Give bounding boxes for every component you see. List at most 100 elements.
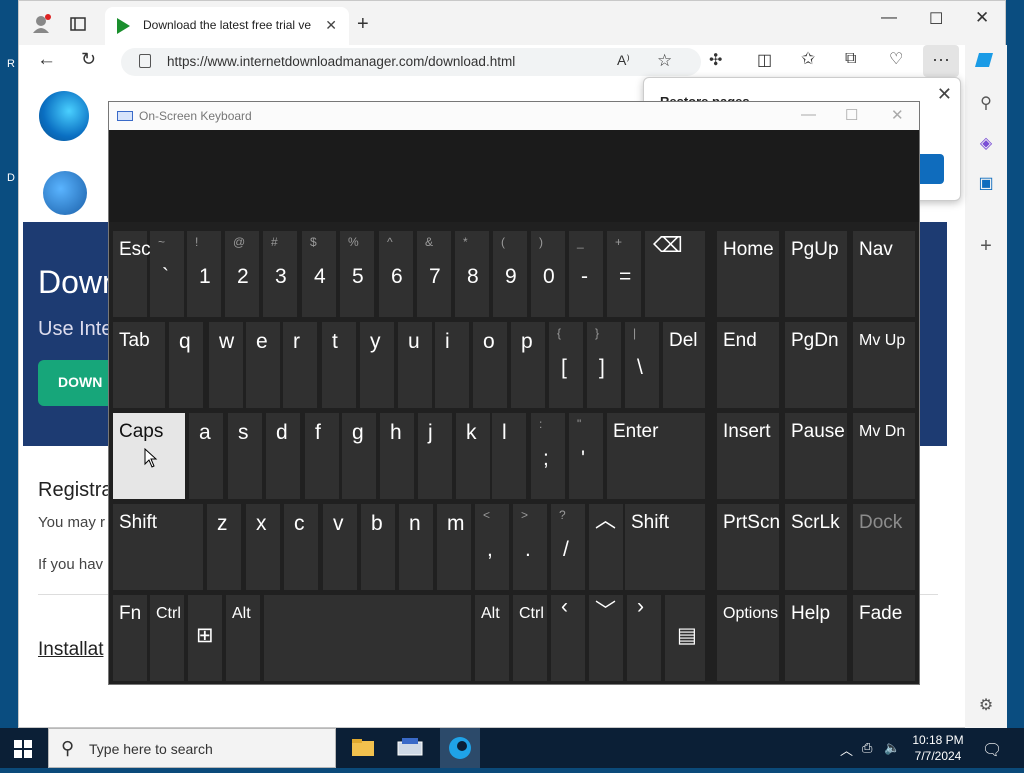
key-z[interactable]: z: [207, 504, 241, 590]
arrow-right-key[interactable]: ›: [627, 595, 661, 681]
key-nav[interactable]: Nav: [853, 231, 915, 317]
key-shift[interactable]: Shift: [625, 504, 705, 590]
key-prtscn[interactable]: PrtScn: [717, 504, 780, 590]
key-insert[interactable]: Insert: [717, 413, 779, 499]
key-scrlk[interactable]: ScrLk: [785, 504, 847, 590]
refresh-icon[interactable]: ↻: [81, 49, 96, 70]
key-4[interactable]: $4: [302, 231, 336, 317]
key-ctrl[interactable]: Ctrl: [513, 595, 547, 681]
edge-taskbar-icon[interactable]: [440, 728, 480, 768]
key-options[interactable]: Options: [717, 595, 779, 681]
key-pause[interactable]: Pause: [785, 413, 847, 499]
copilot-icon[interactable]: [975, 49, 997, 71]
key-y[interactable]: y: [360, 322, 394, 408]
key-enter[interactable]: Enter: [607, 413, 705, 499]
close-icon[interactable]: ✕: [937, 84, 952, 105]
menu-key[interactable]: ▤: [665, 595, 705, 681]
key-/[interactable]: ? /: [551, 504, 585, 590]
key-[[interactable]: {[: [549, 322, 583, 408]
key-esc[interactable]: Esc: [113, 231, 151, 317]
key-v[interactable]: v: [323, 504, 357, 590]
minimize-icon[interactable]: —: [881, 9, 897, 27]
collections-icon[interactable]: ⧉: [845, 50, 856, 68]
key-,[interactable]: <,: [475, 504, 509, 590]
windows-start-icon[interactable]: [14, 740, 32, 758]
key-pgdn[interactable]: PgDn: [785, 322, 847, 408]
settings-more-icon[interactable]: ···: [923, 45, 959, 77]
system-clock[interactable]: 10:18 PM 7/7/2024: [906, 732, 970, 764]
key-fn[interactable]: Fn: [113, 595, 147, 681]
key-.[interactable]: >.: [513, 504, 547, 590]
arrow-up-key[interactable]: ︿: [589, 504, 623, 590]
on-screen-keyboard-taskbar-icon[interactable]: [390, 728, 430, 768]
key-fade[interactable]: Fade: [853, 595, 915, 681]
key-\[interactable]: | \: [625, 322, 659, 408]
key-=[interactable]: + =: [607, 231, 641, 317]
key-mv-up[interactable]: Mv Up: [853, 322, 915, 408]
back-icon[interactable]: ←: [37, 49, 56, 71]
tab-actions-icon[interactable]: [69, 15, 87, 33]
key-shift[interactable]: Shift: [113, 504, 203, 590]
key-e[interactable]: e: [246, 322, 280, 408]
arrow-down-key[interactable]: ﹀: [589, 595, 623, 681]
key-1[interactable]: ! 1: [187, 231, 221, 317]
add-sidebar-app-icon[interactable]: +: [975, 235, 997, 257]
favorites-icon[interactable]: ✩: [801, 49, 815, 69]
new-tab-icon[interactable]: +: [357, 13, 369, 36]
key-home[interactable]: Home: [717, 231, 779, 317]
address-field[interactable]: https://www.internetdownloadmanager.com/…: [121, 48, 701, 76]
key-mv-dn[interactable]: Mv Dn: [853, 413, 915, 499]
key-alt[interactable]: Alt: [475, 595, 509, 681]
key-j[interactable]: j: [418, 413, 452, 499]
key-pgup[interactable]: PgUp: [785, 231, 847, 317]
key-dock[interactable]: Dock: [853, 504, 915, 590]
close-window-icon[interactable]: ✕: [975, 8, 989, 28]
key-t[interactable]: t: [322, 322, 356, 408]
maximize-icon[interactable]: ☐: [929, 9, 943, 29]
key-8[interactable]: * 8: [455, 231, 489, 317]
key-7[interactable]: & 7: [417, 231, 451, 317]
key--[interactable]: _ -: [569, 231, 603, 317]
space-key[interactable]: [264, 595, 471, 681]
key-o[interactable]: o: [473, 322, 507, 408]
chevron-up-icon[interactable]: ︿: [840, 740, 853, 759]
key-i[interactable]: i: [435, 322, 469, 408]
key-5[interactable]: % 5: [340, 231, 374, 317]
key-3[interactable]: #3: [263, 231, 297, 317]
backspace-key[interactable]: ⌫: [645, 231, 705, 317]
shopping-icon[interactable]: ◈: [975, 133, 997, 155]
key-g[interactable]: g: [342, 413, 376, 499]
key-;[interactable]: :;: [531, 413, 565, 499]
key-w[interactable]: w: [209, 322, 243, 408]
key-s[interactable]: s: [228, 413, 262, 499]
key-end[interactable]: End: [717, 322, 779, 408]
arrow-left-key[interactable]: ‹: [551, 595, 585, 681]
key-a[interactable]: a: [189, 413, 223, 499]
browser-essentials-icon[interactable]: ♡: [889, 49, 903, 69]
extensions-icon[interactable]: ✣: [709, 50, 722, 70]
key-9[interactable]: (9: [493, 231, 527, 317]
key-n[interactable]: n: [399, 504, 433, 590]
key-ctrl[interactable]: Ctrl: [150, 595, 184, 681]
key-'[interactable]: " ': [569, 413, 603, 499]
tab-close-icon[interactable]: ✕: [325, 17, 337, 34]
key-x[interactable]: x: [246, 504, 280, 590]
key-help[interactable]: Help: [785, 595, 847, 681]
installation-link[interactable]: Installat: [38, 639, 103, 661]
notification-icon[interactable]: 🗨: [982, 740, 1002, 760]
tab-active[interactable]: Download the latest free trial ve ✕: [105, 7, 349, 45]
outlook-icon[interactable]: ▣: [975, 173, 997, 195]
key-2[interactable]: @2: [225, 231, 259, 317]
windows-key[interactable]: ⊞: [188, 595, 222, 681]
key-d[interactable]: d: [266, 413, 300, 499]
network-icon[interactable]: ⎙: [862, 740, 872, 756]
key-p[interactable]: p: [511, 322, 545, 408]
key-r[interactable]: r: [283, 322, 317, 408]
key-b[interactable]: b: [361, 504, 395, 590]
key-c[interactable]: c: [284, 504, 318, 590]
key-m[interactable]: m: [437, 504, 471, 590]
file-explorer-icon[interactable]: [342, 728, 382, 768]
key-q[interactable]: q: [169, 322, 203, 408]
key-k[interactable]: k: [456, 413, 490, 499]
key-alt[interactable]: Alt: [226, 595, 260, 681]
